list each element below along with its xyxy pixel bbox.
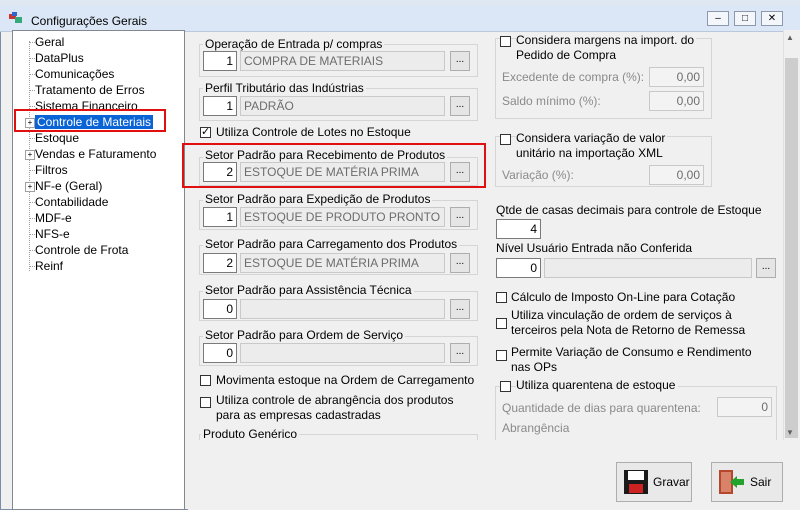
carregamento-desc-field: ESTOQUE DE MATÉRIA PRIMA	[240, 253, 445, 273]
quarentena-label: Utiliza quarentena de estoque	[516, 378, 679, 392]
nivel-lookup-button[interactable]: ...	[756, 258, 776, 278]
tree-item-nfse[interactable]: NFS-e	[35, 227, 70, 241]
tree-item-tratamento-erros[interactable]: Tratamento de Erros	[35, 83, 145, 97]
abrangencia-label-line2: para as empresas cadastradas	[216, 408, 381, 422]
decimais-label: Qtde de casas decimais para controle de …	[496, 203, 762, 217]
assistencia-desc-field	[240, 299, 445, 319]
maximize-icon[interactable]: □	[734, 11, 756, 26]
highlight-box	[182, 143, 486, 188]
assistencia-label: Setor Padrão para Assistência Técnica	[203, 283, 414, 297]
saldo-input[interactable]: 0,00	[649, 91, 704, 111]
tree-item-controle-frota[interactable]: Controle de Frota	[35, 243, 128, 257]
assistencia-code-input[interactable]: 0	[203, 299, 237, 319]
tree-item-nfe-geral[interactable]: NF-e (Geral)	[35, 179, 102, 193]
nivel-code-input[interactable]: 0	[496, 258, 541, 278]
window-title: Configurações Gerais	[31, 14, 148, 28]
ordem-lookup-button[interactable]: ...	[450, 343, 470, 363]
abrangencia-right-label: Abrangência	[502, 421, 570, 435]
permite-checkbox[interactable]	[496, 350, 507, 361]
perfil-desc-field: PADRÃO	[240, 96, 445, 116]
scroll-up-icon[interactable]: ▲	[786, 33, 794, 42]
tree-item-geral[interactable]: Geral	[35, 35, 64, 49]
settings-app-icon	[9, 12, 22, 23]
vinculacao-label-line2: terceiros pela Nota de Retorno de Remess…	[511, 323, 746, 337]
tree-item-reinf[interactable]: Reinf	[35, 259, 63, 273]
expand-icon[interactable]: +	[25, 150, 35, 160]
lotes-label: Utiliza Controle de Lotes no Estoque	[216, 125, 411, 139]
excedente-label: Excedente de compra (%):	[502, 70, 645, 84]
movimenta-checkbox[interactable]	[200, 375, 211, 386]
operacao-lookup-button[interactable]: ...	[450, 51, 470, 71]
quarentena-checkbox[interactable]	[500, 381, 511, 392]
settings-tree[interactable]: Geral DataPlus Comunicações Tratamento d…	[12, 30, 185, 510]
sair-button[interactable]: Sair	[711, 462, 783, 502]
vinculacao-label-line1: Utiliza vinculação de ordem de serviços …	[511, 308, 732, 322]
scroll-down-icon[interactable]: ▼	[786, 428, 794, 437]
variacao-input[interactable]: 0,00	[649, 165, 704, 185]
permite-label-line2: nas OPs	[511, 360, 558, 374]
expedicao-lookup-button[interactable]: ...	[450, 207, 470, 227]
carregamento-label: Setor Padrão para Carregamento dos Produ…	[203, 237, 460, 251]
highlight-box	[14, 109, 166, 132]
quantidade-label: Quantidade de dias para quarentena:	[502, 401, 701, 415]
variacao-label-line2: unitário na importação XML	[516, 146, 663, 160]
assistencia-lookup-button[interactable]: ...	[450, 299, 470, 319]
nivel-desc-field	[544, 258, 752, 278]
abrangencia-label-line1: Utiliza controle de abrangência dos prod…	[216, 393, 454, 407]
gravar-label: Gravar	[653, 475, 690, 489]
calculo-checkbox[interactable]	[496, 292, 507, 303]
tree-item-comunicacoes[interactable]: Comunicações	[35, 67, 114, 81]
vinculacao-checkbox[interactable]	[496, 318, 507, 329]
exit-door-icon	[719, 470, 744, 494]
minimize-icon[interactable]: –	[707, 11, 729, 26]
saldo-label: Saldo mínimo (%):	[502, 94, 601, 108]
perfil-code-input[interactable]: 1	[203, 96, 237, 116]
perfil-lookup-button[interactable]: ...	[450, 96, 470, 116]
variacao-checkbox[interactable]	[500, 134, 511, 145]
excedente-input[interactable]: 0,00	[649, 67, 704, 87]
scrollbar-thumb[interactable]	[785, 58, 798, 438]
expand-icon[interactable]: +	[25, 182, 35, 192]
margens-label-line2: Pedido de Compra	[516, 48, 617, 62]
movimenta-label: Movimenta estoque na Ordem de Carregamen…	[216, 373, 475, 387]
permite-label-line1: Permite Variação de Consumo e Rendimento	[511, 345, 752, 359]
margens-label-line1: Considera margens na import. do	[516, 33, 697, 47]
variacao-percent-label: Variação (%):	[502, 168, 574, 182]
decimais-input[interactable]: 4	[496, 219, 541, 239]
margens-checkbox[interactable]	[500, 36, 511, 47]
close-icon[interactable]: ✕	[761, 11, 783, 26]
produto-generico-label: Produto Genérico	[201, 427, 300, 441]
calculo-label: Cálculo de Imposto On-Line para Cotação	[511, 290, 736, 304]
operacao-code-input[interactable]: 1	[203, 51, 237, 71]
button-bar	[188, 440, 800, 510]
lotes-checkbox[interactable]: ✓	[200, 127, 211, 138]
tree-item-dataplus[interactable]: DataPlus	[35, 51, 84, 65]
operacao-desc-field: COMPRA DE MATERIAIS	[240, 51, 445, 71]
tree-item-estoque[interactable]: Estoque	[35, 131, 79, 145]
variacao-label-line1: Considera variação de valor	[516, 131, 668, 145]
tree-item-vendas-faturamento[interactable]: Vendas e Faturamento	[35, 147, 156, 161]
operacao-label: Operação de Entrada p/ compras	[203, 37, 385, 51]
expedicao-code-input[interactable]: 1	[203, 207, 237, 227]
gravar-button[interactable]: Gravar	[616, 462, 692, 502]
tree-item-contabilidade[interactable]: Contabilidade	[35, 195, 108, 209]
expedicao-label: Setor Padrão para Expedição de Produtos	[203, 192, 433, 206]
carregamento-lookup-button[interactable]: ...	[450, 253, 470, 273]
tree-item-filtros[interactable]: Filtros	[35, 163, 68, 177]
ordem-label: Setor Padrão para Ordem de Serviço	[203, 328, 406, 342]
nivel-label: Nível Usuário Entrada não Conferida	[496, 241, 693, 255]
quantidade-input[interactable]: 0	[717, 397, 772, 417]
ordem-desc-field	[240, 343, 445, 363]
expedicao-desc-field: ESTOQUE DE PRODUTO PRONTO	[240, 207, 445, 227]
perfil-label: Perfil Tributário das Indústrias	[203, 81, 366, 95]
carregamento-code-input[interactable]: 2	[203, 253, 237, 273]
abrangencia-checkbox[interactable]	[200, 397, 211, 408]
tree-item-mdfe[interactable]: MDF-e	[35, 211, 72, 225]
ordem-code-input[interactable]: 0	[203, 343, 237, 363]
save-disk-icon	[624, 470, 648, 494]
sair-label: Sair	[750, 475, 772, 489]
